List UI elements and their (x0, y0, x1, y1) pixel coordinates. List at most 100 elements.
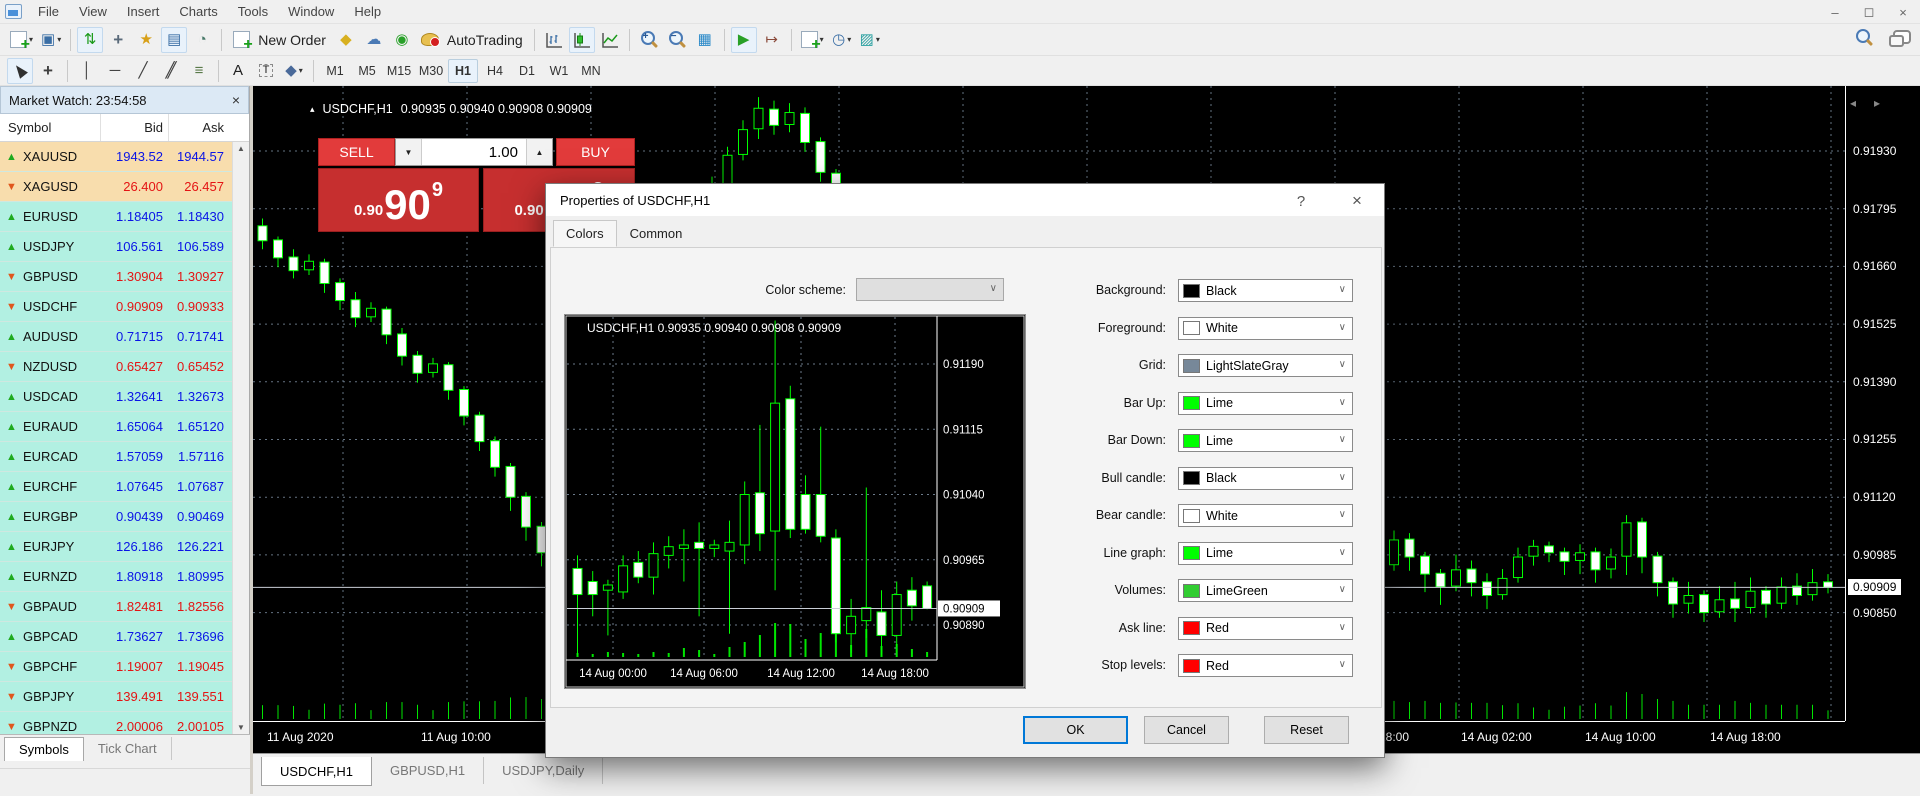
market-watch-row[interactable]: ▲ GBPCAD 1.73627 1.73696 (0, 622, 233, 652)
timeframe-m15-button[interactable]: M15 (384, 59, 414, 83)
timeframe-m30-button[interactable]: M30 (416, 59, 446, 83)
restore-button[interactable]: ◻ (1852, 0, 1886, 24)
property-select-background[interactable]: Black ∨ (1178, 279, 1353, 302)
fibonacci-button[interactable]: ≡ (186, 58, 212, 84)
text-button[interactable]: A (225, 58, 251, 84)
market-watch-button[interactable]: ⇅ (77, 26, 104, 53)
market-watch-row[interactable]: ▲ XAUUSD 1943.52 1944.57 (0, 142, 233, 172)
market-watch-row[interactable]: ▼ GBPUSD 1.30904 1.30927 (0, 262, 233, 292)
navigator-button[interactable]: ★ (133, 27, 159, 53)
line-chart-button[interactable] (597, 27, 623, 53)
menu-item-window[interactable]: Window (278, 1, 344, 22)
property-select-bullcandle[interactable]: Black ∨ (1178, 466, 1353, 490)
property-select-volumes[interactable]: LimeGreen ∨ (1178, 579, 1353, 602)
zoom-in-button[interactable]: + (636, 27, 662, 53)
market-watch-row[interactable]: ▼ XAGUSD 26.400 26.457 (0, 172, 233, 202)
dialog-help-icon[interactable]: ? (1288, 190, 1314, 212)
market-watch-row[interactable]: ▼ GBPCHF 1.19007 1.19045 (0, 652, 233, 682)
new-chart-button[interactable]: ▾ (7, 27, 36, 54)
property-select-grid[interactable]: LightSlateGray ∨ (1178, 354, 1353, 377)
minimize-button[interactable]: – (1818, 0, 1852, 24)
market-watch-scrollbar[interactable]: ▲ ▼ (232, 142, 249, 734)
market-watch-row[interactable]: ▼ GBPAUD 1.82481 1.82556 (0, 592, 233, 622)
market-watch-row[interactable]: ▲ AUDUSD 0.71715 0.71741 (0, 322, 233, 352)
trendline-button[interactable]: ╱ (130, 58, 156, 84)
text-label-button[interactable]: T (253, 58, 279, 84)
property-select-askline[interactable]: Red ∨ (1178, 616, 1353, 640)
chart-shift-button[interactable]: ↦ (759, 27, 785, 53)
market-watch-row[interactable]: ▼ GBPJPY 139.491 139.551 (0, 682, 233, 712)
candlestick-chart-button[interactable] (568, 26, 595, 53)
property-select-bardown[interactable]: Lime ∨ (1178, 429, 1353, 452)
buy-button[interactable]: BUY (556, 138, 635, 166)
chat-icon[interactable] (1888, 28, 1912, 48)
sell-button[interactable]: SELL (318, 138, 395, 166)
reset-button[interactable]: Reset (1264, 716, 1349, 744)
market-watch-row[interactable]: ▲ EURAUD 1.65064 1.65120 (0, 412, 233, 442)
signals-button[interactable]: ◉ (389, 27, 415, 53)
market-watch-row[interactable]: ▲ EURNZD 1.80918 1.80995 (0, 562, 233, 592)
dialog-close-icon[interactable]: × (1344, 190, 1370, 212)
column-bid[interactable]: Bid (100, 114, 168, 141)
timeframe-m1-button[interactable]: M1 (320, 59, 350, 83)
templates-button[interactable]: ▨ ▾ (857, 27, 883, 53)
crosshair-button[interactable]: + (35, 58, 61, 84)
menu-item-help[interactable]: Help (344, 1, 391, 22)
periods-button[interactable]: ◷ ▾ (829, 27, 855, 53)
tab-scroll-left-icon[interactable]: ◂ (1850, 96, 1874, 110)
cursor-button[interactable] (7, 57, 33, 84)
volume-increase-icon[interactable]: ▲ (526, 139, 552, 165)
market-watch-row[interactable]: ▲ EURCAD 1.57059 1.57116 (0, 442, 233, 472)
data-window-button[interactable]: + (105, 27, 131, 53)
timeframe-mn-button[interactable]: MN (576, 59, 606, 83)
volume-value[interactable]: 1.00 (422, 139, 526, 165)
market-watch-row[interactable]: ▲ EURGBP 0.90439 0.90469 (0, 502, 233, 532)
menu-item-view[interactable]: View (69, 1, 117, 22)
indicators-button[interactable]: ▾ (798, 27, 827, 54)
sell-price-panel[interactable]: 0.90 90 9 (318, 168, 479, 232)
ok-button[interactable]: OK (1023, 716, 1128, 744)
bar-chart-button[interactable] (541, 27, 567, 53)
chart-tab-usdjpy-daily[interactable]: USDJPY,Daily (484, 757, 604, 784)
timeframe-m5-button[interactable]: M5 (352, 59, 382, 83)
column-symbol[interactable]: Symbol (0, 120, 100, 135)
property-select-foreground[interactable]: White ∨ (1178, 316, 1353, 340)
terminal-button[interactable]: ▤ (161, 26, 188, 53)
chart-tab-gbpusd-h1[interactable]: GBPUSD,H1 (372, 757, 485, 784)
dialog-tab-common[interactable]: Common (617, 220, 696, 247)
market-watch-row[interactable]: ▲ EURJPY 126.186 126.221 (0, 532, 233, 562)
menu-item-charts[interactable]: Charts (169, 1, 227, 22)
search-icon[interactable] (1854, 28, 1874, 48)
market-watch-row[interactable]: ▲ USDCAD 1.32641 1.32673 (0, 382, 233, 412)
property-select-stoplevels[interactable]: Red ∨ (1178, 654, 1353, 677)
vertical-line-button[interactable]: │ (74, 58, 100, 84)
arrows-button[interactable]: ◆ ▾ (281, 58, 307, 84)
property-select-barup[interactable]: Lime ∨ (1178, 391, 1353, 415)
price-axis[interactable]: 0.91930 0.91795 0.91660 0.91525 0.91390 0.912… (1845, 86, 1920, 721)
property-select-bearcandle[interactable]: White ∨ (1178, 504, 1353, 527)
market-watch-row[interactable]: ▼ NZDUSD 0.65427 0.65452 (0, 352, 233, 382)
timeframe-h4-button[interactable]: H4 (480, 59, 510, 83)
profiles-button[interactable]: ▣ ▾ (38, 27, 64, 53)
tab-scroll-arrows[interactable]: ◂▸ (1850, 96, 1898, 110)
metaeditor-button[interactable]: ◆ (333, 27, 359, 53)
chart-tab-usdchf-h1[interactable]: USDCHF,H1 (261, 757, 372, 786)
tile-windows-button[interactable]: ▦ (692, 27, 718, 53)
market-watch-close-icon[interactable]: × (232, 92, 240, 108)
menu-item-file[interactable]: File (28, 1, 69, 22)
dialog-title-bar[interactable]: Properties of USDCHF,H1 (546, 184, 1384, 216)
volume-decrease-icon[interactable]: ▼ (396, 139, 422, 165)
close-button[interactable]: × (1886, 0, 1920, 24)
timeframe-h1-button[interactable]: H1 (448, 58, 478, 83)
horizontal-line-button[interactable]: ─ (102, 58, 128, 84)
zoom-out-button[interactable]: − (664, 27, 690, 53)
market-watch-row[interactable]: ▲ EURCHF 1.07645 1.07687 (0, 472, 233, 502)
auto-scroll-button[interactable]: ▶ (730, 26, 757, 53)
market-watch-row[interactable]: ▲ EURUSD 1.18405 1.18430 (0, 202, 233, 232)
market-watch-tab-tick-chart[interactable]: Tick Chart (84, 737, 172, 760)
new-order-button[interactable] (228, 27, 254, 54)
equidistant-channel-button[interactable]: ╱╱ (158, 58, 184, 84)
tab-scroll-right-icon[interactable]: ▸ (1874, 96, 1898, 110)
menu-item-tools[interactable]: Tools (228, 1, 278, 22)
scroll-down-icon[interactable]: ▼ (237, 723, 245, 732)
